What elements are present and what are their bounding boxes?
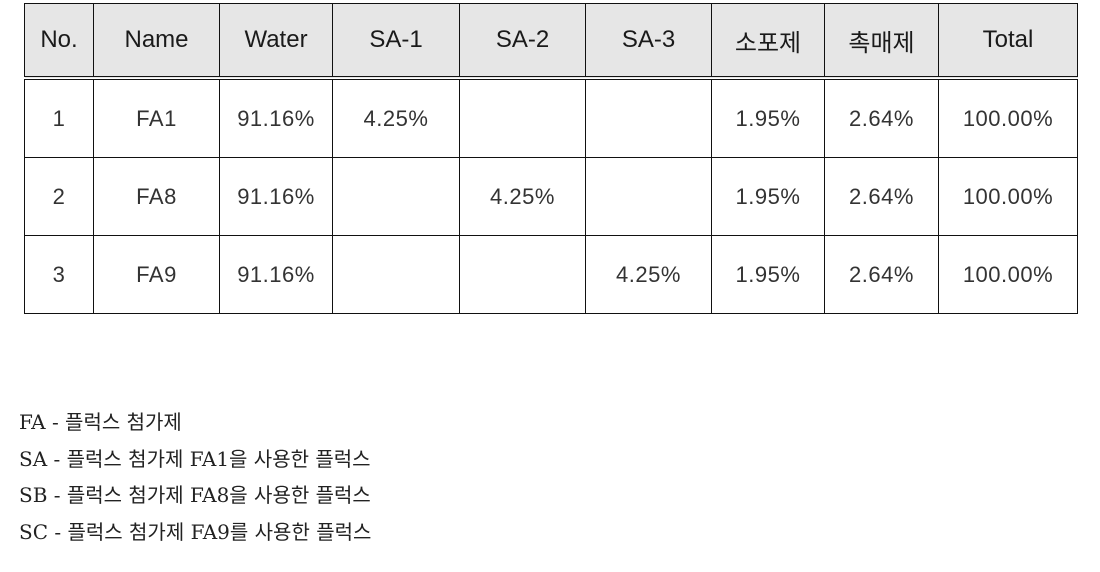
cell-catalyst: 2.64% bbox=[824, 157, 939, 236]
cell-sa-1 bbox=[332, 157, 460, 236]
cell-name: FA8 bbox=[93, 157, 220, 236]
header-sa-1: SA-1 bbox=[332, 3, 460, 80]
cell-sa-3 bbox=[585, 77, 712, 158]
cell-no: 2 bbox=[24, 157, 94, 236]
note-sb: SB - 플럭스 첨가제 FA8을 사용한 플럭스 bbox=[19, 483, 371, 507]
cell-defoamer: 1.95% bbox=[711, 235, 825, 314]
header-row: No. Name Water SA-1 SA-2 SA-3 소포제 촉매제 To… bbox=[24, 3, 1078, 80]
cell-total: 100.00% bbox=[938, 235, 1078, 314]
header-total: Total bbox=[938, 3, 1078, 80]
cell-catalyst: 2.64% bbox=[824, 77, 939, 158]
cell-total: 100.00% bbox=[938, 77, 1078, 158]
header-catalyst: 촉매제 bbox=[824, 3, 939, 80]
cell-water: 91.16% bbox=[219, 77, 333, 158]
table-row: 3 FA9 91.16% 4.25% 1.95% 2.64% 100.00% bbox=[24, 235, 1078, 314]
cell-sa-2 bbox=[459, 235, 586, 314]
cell-sa-1 bbox=[332, 235, 460, 314]
note-fa: FA - 플럭스 첨가제 bbox=[19, 410, 182, 434]
cell-water: 91.16% bbox=[219, 235, 333, 314]
legend-notes: FA - 플럭스 첨가제 SA - 플럭스 첨가제 FA1을 사용한 플럭스 S… bbox=[19, 404, 371, 550]
cell-total: 100.00% bbox=[938, 157, 1078, 236]
cell-water: 91.16% bbox=[219, 157, 333, 236]
cell-sa-3 bbox=[585, 157, 712, 236]
cell-no: 1 bbox=[24, 77, 94, 158]
header-name: Name bbox=[93, 3, 220, 80]
note-sc: SC - 플럭스 첨가제 FA9를 사용한 플럭스 bbox=[19, 519, 372, 544]
header-no: No. bbox=[24, 3, 94, 80]
cell-sa-2 bbox=[459, 77, 586, 158]
composition-table: No. Name Water SA-1 SA-2 SA-3 소포제 촉매제 To… bbox=[24, 3, 1078, 314]
cell-sa-3: 4.25% bbox=[585, 235, 712, 314]
cell-name: FA9 bbox=[93, 235, 220, 314]
cell-sa-2: 4.25% bbox=[459, 157, 586, 236]
table-row: 1 FA1 91.16% 4.25% 1.95% 2.64% 100.00% bbox=[24, 77, 1078, 158]
cell-name: FA1 bbox=[93, 77, 220, 158]
cell-no: 3 bbox=[24, 235, 94, 314]
cell-catalyst: 2.64% bbox=[824, 235, 939, 314]
cell-defoamer: 1.95% bbox=[711, 157, 825, 236]
table-row: 2 FA8 91.16% 4.25% 1.95% 2.64% 100.00% bbox=[24, 157, 1078, 236]
header-water: Water bbox=[219, 3, 333, 80]
header-sa-2: SA-2 bbox=[459, 3, 586, 80]
note-sa: SA - 플럭스 첨가제 FA1을 사용한 플럭스 bbox=[19, 446, 371, 471]
header-sa-3: SA-3 bbox=[585, 3, 712, 80]
cell-defoamer: 1.95% bbox=[711, 77, 825, 158]
cell-sa-1: 4.25% bbox=[332, 77, 460, 158]
header-defoamer: 소포제 bbox=[711, 3, 825, 80]
